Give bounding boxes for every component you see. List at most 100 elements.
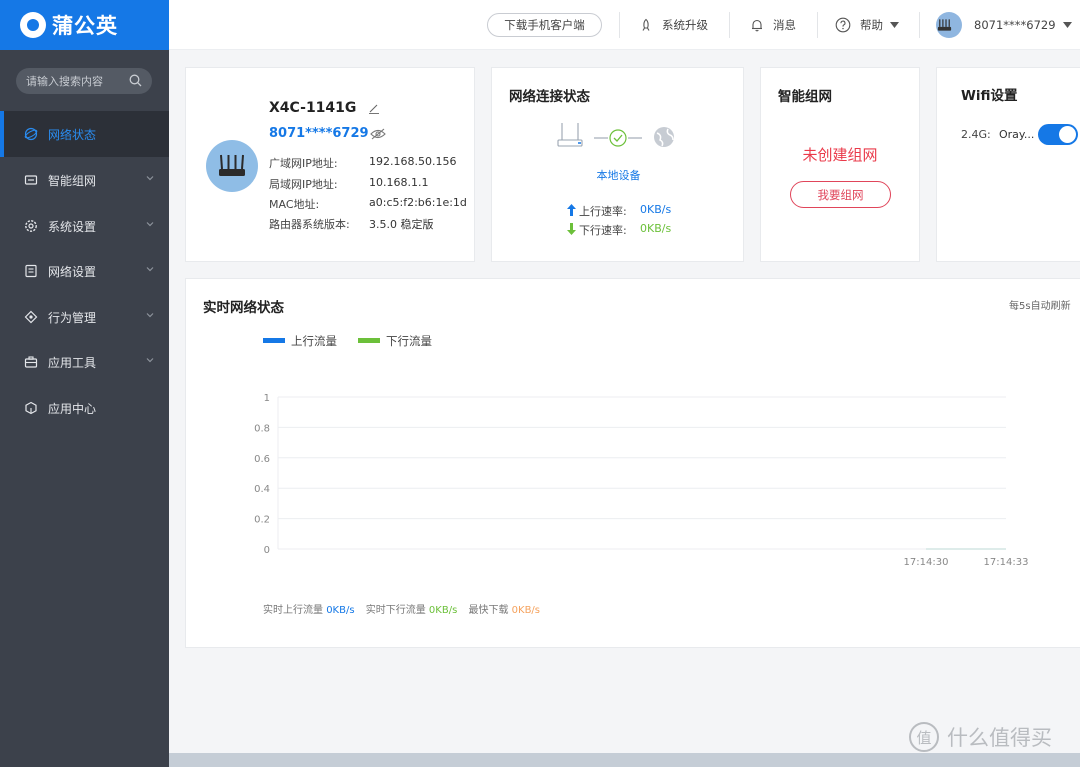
watermark: 值 什么值得买 <box>909 722 1052 752</box>
globe-icon <box>24 127 38 141</box>
stat-down-label: 实时下行流量 <box>365 605 426 616</box>
stat-up-label: 实时上行流量 <box>263 605 323 616</box>
y-tick-label: 0.6 <box>254 454 270 465</box>
help-icon <box>835 17 851 33</box>
avatar <box>936 12 962 38</box>
chevron-down-icon <box>146 313 154 318</box>
y-tick-label: 0.8 <box>254 423 270 434</box>
sidebar-item-label: 行为管理 <box>48 310 97 325</box>
messages-label: 消息 <box>773 18 796 32</box>
help-menu[interactable]: 帮助 <box>835 0 899 50</box>
behavior-icon <box>24 310 38 324</box>
down-speed-label: 下行速率: <box>579 224 627 237</box>
sidebar-item-label: 网络状态 <box>48 127 97 142</box>
router-avatar <box>206 140 258 192</box>
edit-icon[interactable] <box>368 102 380 114</box>
dandelion-logo-icon <box>20 12 46 38</box>
firmware-label: 路由器系统版本: <box>269 218 350 231</box>
stat-up-value: 0KB/s <box>326 605 355 616</box>
sidebar-item-network-settings[interactable]: 网络设置 <box>0 248 169 294</box>
traffic-card: 实时网络状态 每5s自动刷新 上行流量 下行流量 1 0.8 0.6 0.4 0.2 0 1… <box>185 278 1080 648</box>
local-device-link[interactable]: 本地设备 <box>492 167 745 183</box>
sidebar-item-label: 系统设置 <box>48 219 97 234</box>
sidebar-item-label: 智能组网 <box>48 173 97 188</box>
router-icon <box>219 154 245 176</box>
card-title: 智能组网 <box>778 89 832 105</box>
toolbox-icon <box>24 355 38 369</box>
download-arrow-icon <box>567 223 576 235</box>
create-mesh-button[interactable]: 我要组网 <box>790 181 891 208</box>
mesh-status: 未创建组网 <box>802 146 878 164</box>
internet-globe-icon <box>654 127 674 147</box>
bell-icon <box>752 19 762 32</box>
device-id: 8071****6729 <box>269 126 369 141</box>
lan-ip-value: 10.168.1.1 <box>369 176 429 189</box>
divider <box>619 12 620 38</box>
wifi-ssid: Oray... <box>999 128 1035 141</box>
x-tick-label: 17:14:30 <box>904 557 949 568</box>
account-name: 8071****6729 <box>974 18 1056 32</box>
search-icon[interactable] <box>129 74 142 87</box>
chevron-down-icon <box>146 176 154 181</box>
horizontal-scrollbar[interactable] <box>169 753 1080 767</box>
down-speed-value: 0KB/s <box>640 222 672 235</box>
account-menu[interactable]: 8071****6729 <box>936 0 1072 50</box>
traffic-chart: 1 0.8 0.6 0.4 0.2 0 17:14:30 17:14:33 <box>254 393 1029 568</box>
lan-ip-label: 局域网IP地址: <box>269 178 338 191</box>
messages-button[interactable]: 消息 <box>750 0 796 50</box>
firmware-value: 3.5.0 稳定版 <box>369 218 434 231</box>
y-tick-label: 1 <box>264 393 270 404</box>
chevron-down-icon <box>146 267 154 272</box>
network-settings-icon <box>24 264 38 278</box>
brand-logo[interactable]: 蒲公英 <box>0 0 169 50</box>
device-icon <box>557 123 583 147</box>
network-status-card: 网络连接状态 本地设备 上行速率: 0KB/s 下行速率: 0KB/s <box>491 67 744 262</box>
sidebar: 蒲公英 请输入搜索内容 网络状态 智能组网 系统设置 网络设置 行为管理 应用工… <box>0 0 169 767</box>
wan-ip-label: 广域网IP地址: <box>269 157 338 170</box>
card-title: Wifi设置 <box>961 88 1018 104</box>
top-bar: 下载手机客户端 系统升级 消息 帮助 8071****6729 <box>169 0 1080 50</box>
sidebar-item-app-center[interactable]: 应用中心 <box>0 385 169 431</box>
up-speed-label: 上行速率: <box>579 205 627 218</box>
y-tick-label: 0.4 <box>254 484 270 495</box>
sidebar-item-network-status[interactable]: 网络状态 <box>0 111 169 157</box>
stat-max-value: 0KB/s <box>511 605 541 616</box>
watermark-text: 什么值得买 <box>947 726 1052 750</box>
device-card: X4C-1141G 8071****6729 广域网IP地址: 192.168.… <box>185 67 475 262</box>
stat-max-label: 最快下载 <box>468 605 509 616</box>
mac-value: a0:c5:f2:b6:1e:1d <box>369 196 467 209</box>
app-center-icon <box>24 401 38 415</box>
sidebar-item-mesh[interactable]: 智能组网 <box>0 157 169 203</box>
caret-down-icon <box>1062 22 1072 28</box>
sidebar-item-label: 应用工具 <box>48 355 97 370</box>
sidebar-item-behavior[interactable]: 行为管理 <box>0 294 169 340</box>
wifi-band-label: 2.4G: <box>961 128 991 141</box>
up-speed-value: 0KB/s <box>640 203 672 216</box>
search-placeholder: 请输入搜索内容 <box>26 75 103 88</box>
divider <box>919 12 920 38</box>
device-name: X4C-1141G <box>269 100 357 116</box>
divider <box>729 12 730 38</box>
chevron-down-icon <box>146 222 154 227</box>
upload-arrow-icon <box>567 204 576 216</box>
sidebar-item-tools[interactable]: 应用工具 <box>0 339 169 385</box>
upgrade-button[interactable]: 系统升级 <box>639 0 708 50</box>
download-client-button[interactable]: 下载手机客户端 <box>487 13 602 37</box>
chevron-down-icon <box>146 358 154 363</box>
mac-label: MAC地址: <box>269 198 320 211</box>
gear-icon <box>24 219 38 233</box>
upgrade-label: 系统升级 <box>662 18 708 32</box>
check-circle-icon <box>609 129 627 147</box>
traffic-stats: 实时上行流量 0KB/s 实时下行流量 0KB/s 最快下载 0KB/s <box>263 601 540 616</box>
mesh-card: 智能组网 未创建组网 我要组网 <box>760 67 920 262</box>
mesh-icon <box>24 173 38 187</box>
sidebar-item-label: 网络设置 <box>48 264 97 279</box>
search-input[interactable]: 请输入搜索内容 <box>16 68 152 94</box>
watermark-logo-icon: 值 <box>909 722 939 752</box>
router-icon <box>937 19 952 31</box>
wifi-toggle[interactable] <box>1038 124 1078 145</box>
x-tick-label: 17:14:33 <box>984 557 1029 568</box>
card-title: 网络连接状态 <box>509 89 590 105</box>
sidebar-item-system-settings[interactable]: 系统设置 <box>0 203 169 249</box>
hide-eye-icon[interactable] <box>370 128 386 140</box>
